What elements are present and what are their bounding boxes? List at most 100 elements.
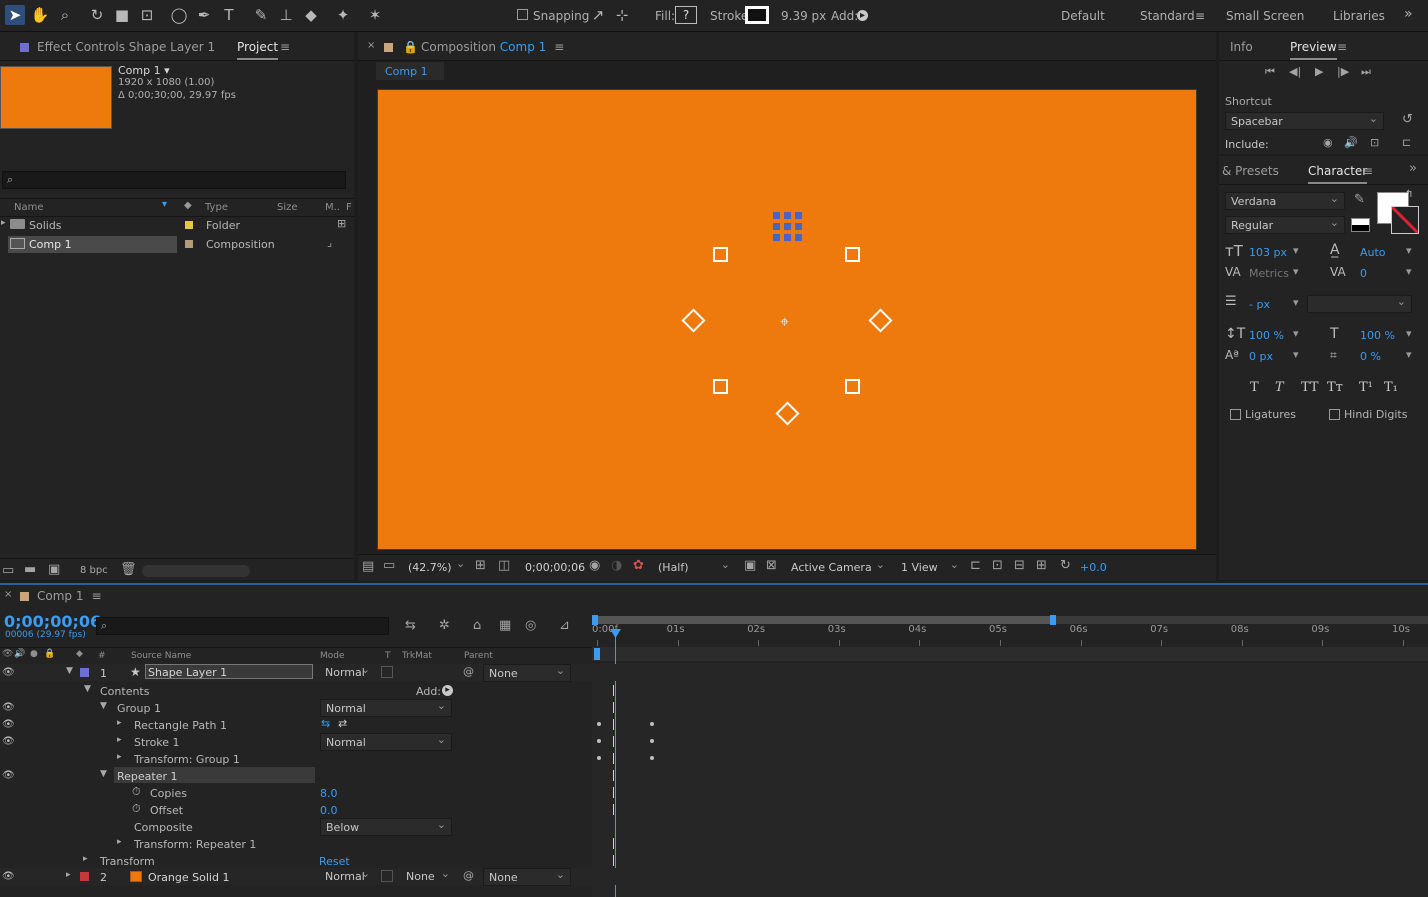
expand-arrow-icon[interactable]: ▸ (83, 854, 88, 864)
preserve-transparency-checkbox[interactable] (381, 666, 393, 678)
flowchart-icon[interactable]: ⊞ (1036, 558, 1047, 573)
workspace-standard[interactable]: Standard (1140, 9, 1195, 23)
tab-composition[interactable]: Composition Comp 1 ≡ (421, 40, 564, 54)
expand-panels-icon[interactable]: » (1409, 161, 1417, 176)
kerning-value[interactable]: Metrics (1249, 267, 1289, 280)
show-snapshot-icon[interactable]: ◑ (611, 558, 622, 573)
col-trkmat[interactable]: TrkMat (402, 651, 432, 661)
zoom-dropdown-icon[interactable]: ⌄ (456, 557, 465, 570)
selection-tool-icon[interactable]: ➤ (5, 5, 25, 25)
hand-tool-icon[interactable]: ✋ (30, 5, 50, 25)
tab-project[interactable]: Project (237, 40, 279, 60)
table-row[interactable]: 👁 ▸ 2 Orange Solid 1 Normal None @ None (0, 865, 1428, 886)
monitor-icon[interactable]: ▭ (383, 558, 395, 573)
table-row[interactable]: Composite Below (0, 816, 1428, 836)
reset-exposure-icon[interactable]: ↻ (1060, 558, 1071, 573)
comp-info-name[interactable]: Comp 1 ▾ (118, 64, 170, 77)
stopwatch-icon[interactable]: ⏱ (132, 802, 141, 816)
visibility-eye-icon[interactable]: 👁 (2, 736, 15, 747)
collapse-arrow-icon[interactable]: ▼ (100, 701, 107, 711)
rotate-tool-icon[interactable]: ↻ (87, 5, 107, 25)
pick-whip-icon[interactable]: @ (463, 869, 474, 882)
tab-timeline-comp[interactable]: Comp 1 ≡ (20, 589, 102, 603)
resolution-dropdown[interactable]: (Half) (653, 556, 735, 577)
list-item[interactable]: ▸ Solids Folder ⊞ (0, 217, 354, 234)
col-frame[interactable]: F (346, 202, 352, 213)
stroke-width-dropdown-icon[interactable]: ▾ (1293, 296, 1299, 309)
hindi-digits-checkbox[interactable] (1329, 409, 1340, 420)
snapping-checkbox[interactable] (517, 9, 528, 20)
trash-icon[interactable]: 🗑 (120, 562, 137, 577)
stroke-color-swatch[interactable] (1351, 218, 1370, 232)
motion-blur-icon[interactable]: ◎ (525, 618, 536, 633)
superscript-icon[interactable]: T¹ (1359, 380, 1373, 395)
new-comp-icon[interactable]: ▣ (48, 562, 60, 577)
small-caps-icon[interactable]: Tт (1327, 380, 1343, 395)
horizontal-scale-dropdown-icon[interactable]: ▾ (1406, 327, 1412, 340)
brush-tool-icon[interactable]: ✎ (251, 5, 271, 25)
vertical-scale-value[interactable]: 100 % (1249, 329, 1284, 342)
tracking-value[interactable]: 0 (1360, 267, 1367, 280)
stroke-blend-mode-dropdown[interactable]: Normal (320, 731, 452, 751)
col-t[interactable]: T (385, 651, 391, 661)
visibility-eye-icon[interactable]: 👁 (2, 719, 15, 730)
font-style-dropdown[interactable]: Regular (1225, 214, 1345, 234)
preview-menu-icon[interactable]: ≡ (1337, 40, 1347, 54)
visibility-eye-icon[interactable]: 👁 (2, 871, 15, 882)
col-parent[interactable]: Parent (464, 651, 493, 661)
tsume-value[interactable]: 0 % (1360, 350, 1381, 363)
draft-3d-icon[interactable]: ✲ (439, 618, 450, 633)
include-audio-icon[interactable]: 🔊 (1344, 136, 1358, 149)
table-row[interactable]: ▸ Transform: Group 1 (0, 750, 1428, 767)
tab-character[interactable]: Character (1308, 164, 1368, 184)
blend-mode-dropdown[interactable]: Normal (320, 661, 375, 682)
workspace-libraries[interactable]: Libraries (1333, 9, 1385, 23)
include-video-icon[interactable]: ◉ (1323, 136, 1333, 149)
no-stroke-swatch[interactable] (1391, 206, 1419, 234)
table-row[interactable]: ▼ Contents Add: ▸ (0, 682, 1428, 699)
blend-mode-dropdown[interactable]: Normal (320, 865, 375, 886)
stroke-style-dropdown[interactable] (1307, 293, 1412, 313)
snap-edges-icon[interactable]: ↗ (588, 5, 608, 25)
puppet-tool-icon[interactable]: ✶ (365, 5, 385, 25)
preserve-transparency-checkbox[interactable] (381, 870, 393, 882)
tab-preview[interactable]: Preview (1290, 40, 1337, 60)
first-frame-icon[interactable]: ⏮ (1265, 65, 1275, 79)
clone-stamp-tool-icon[interactable]: ⊥ (276, 5, 296, 25)
tab-effects-presets[interactable]: & Presets (1222, 164, 1279, 178)
expand-arrow-icon[interactable]: ▸ (117, 735, 122, 745)
more-workspaces-icon[interactable]: » (1404, 6, 1413, 22)
track-matte-dropdown[interactable]: None (401, 865, 455, 886)
font-size-dropdown-icon[interactable]: ▾ (1293, 244, 1299, 257)
font-family-dropdown[interactable]: Verdana (1225, 190, 1345, 210)
faux-bold-icon[interactable]: T (1250, 380, 1259, 395)
channel-icon[interactable]: ✿ (633, 558, 644, 573)
frame-blending-icon[interactable]: ▦ (499, 618, 511, 633)
add-icon[interactable]: ▸ (442, 685, 453, 696)
workspace-small-screen[interactable]: Small Screen (1226, 9, 1304, 23)
close-icon[interactable]: × (367, 40, 375, 51)
selected-shape[interactable] (773, 212, 806, 245)
fast-previews-icon[interactable]: ⊡ (992, 558, 1003, 573)
bpc-label[interactable]: 8 bpc (80, 565, 108, 576)
label-color[interactable] (80, 668, 89, 677)
transparency-grid-icon[interactable]: ⊠ (766, 558, 777, 573)
collapse-arrow-icon[interactable]: ▼ (100, 769, 107, 779)
safe-area-icon[interactable]: ◫ (498, 558, 510, 573)
composite-dropdown[interactable]: Below (320, 816, 452, 836)
table-row[interactable]: ⏱ Offset 0.0 (0, 801, 1428, 818)
faux-italic-icon[interactable]: T (1275, 380, 1284, 395)
collapse-arrow-icon[interactable]: ▼ (84, 684, 91, 694)
expand-arrow-icon[interactable]: ▸ (117, 718, 122, 728)
label-color[interactable] (185, 240, 193, 248)
col-name[interactable]: Name (14, 202, 44, 213)
graph-editor-icon[interactable]: ⊿ (559, 618, 570, 633)
leading-dropdown-icon[interactable]: ▾ (1406, 244, 1412, 257)
layer-name-field[interactable]: Shape Layer 1 (145, 664, 313, 679)
collapse-arrow-icon[interactable]: ▼ (66, 666, 73, 676)
shy-layers-icon[interactable]: ⌂ (473, 618, 481, 633)
camera-tool-icon[interactable]: ■ (112, 5, 132, 25)
close-icon[interactable]: × (4, 589, 12, 600)
include-overlays-icon[interactable]: ⊡ (1370, 136, 1379, 149)
parent-dropdown[interactable]: None (483, 662, 571, 682)
